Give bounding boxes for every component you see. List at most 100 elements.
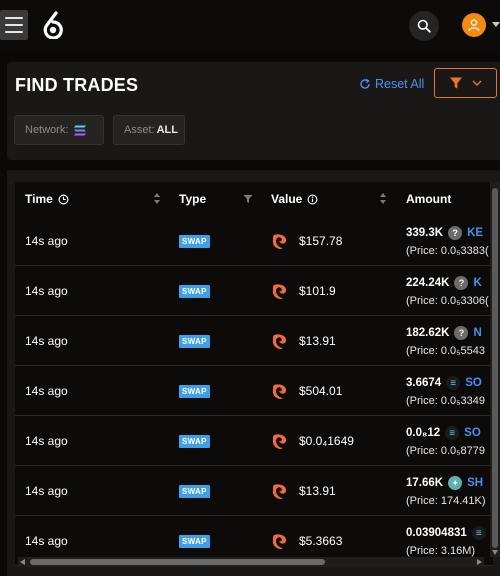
horizontal-scrollbar[interactable] [18, 557, 484, 567]
token-link[interactable]: K [473, 277, 481, 289]
network-filter[interactable]: Network: [14, 115, 104, 145]
funnel-icon [450, 77, 462, 89]
trade-value: $0.0₄1649 [299, 434, 354, 448]
asset-filter-label: Asset: [124, 124, 155, 136]
trade-time: 14s ago [25, 334, 68, 348]
table-row[interactable]: 14s ago SWAP $13.91 17.66K ✦ SH (Price: 174.41… [15, 466, 493, 516]
column-header-type-label: Type [179, 192, 207, 206]
column-header-amount[interactable]: Amount [406, 182, 451, 216]
dex-logo-icon [271, 532, 289, 550]
trade-type-badge: SWAP [179, 235, 210, 248]
token-link[interactable]: SH [467, 477, 483, 489]
vertical-scrollbar[interactable] [490, 182, 500, 557]
trade-price: (Price: 174.41K) [406, 495, 486, 507]
table-row[interactable]: 14s ago SWAP $0.0₄1649 0.0₈12 ≡ SO (Price: 0.0… [15, 416, 493, 466]
reset-all-button[interactable]: Reset All [359, 77, 424, 91]
column-header-value[interactable]: Value [271, 182, 318, 216]
column-header-type[interactable]: Type [179, 182, 206, 216]
trades-list: 14s ago SWAP $157.78 339.3K? KE (Price: 0.0₅3… [15, 216, 493, 566]
trade-amount: 17.66K ✦ SH [406, 476, 483, 490]
amount-value: 339.3K [406, 227, 444, 239]
funnel-icon[interactable] [243, 194, 253, 204]
token-logo-icon: ✦ [448, 476, 463, 490]
column-header-value-label: Value [271, 192, 303, 206]
refresh-icon [360, 78, 370, 89]
trade-price: (Price: 0.0₅3383( [406, 245, 489, 257]
trade-value: $13.91 [299, 484, 336, 498]
reset-all-label: Reset All [375, 77, 425, 91]
amount-value: 0.0₈12 [406, 427, 441, 439]
filter-panel: FIND TRADES Reset All Network: Asset: AL… [7, 62, 500, 160]
trade-value: $101.9 [299, 284, 336, 298]
trade-type-badge: SWAP [179, 485, 210, 498]
brand-logo-icon[interactable] [40, 11, 66, 39]
amount-value: 3.6674 [406, 377, 442, 389]
asset-filter-value: ALL [156, 124, 178, 136]
search-button[interactable] [409, 11, 439, 41]
solana-token-icon: ≡ [471, 526, 486, 540]
page-title: FIND TRADES [15, 75, 139, 95]
trade-amount: 3.6674 ≡ SO [406, 376, 482, 390]
trade-type-badge: SWAP [179, 535, 210, 548]
dex-logo-icon [271, 282, 289, 300]
trade-value: $5.3663 [299, 534, 343, 548]
chevron-down-icon [472, 80, 482, 86]
scroll-down-arrow-icon[interactable] [492, 550, 498, 555]
solana-token-icon: ≡ [445, 426, 460, 440]
user-avatar-icon [462, 13, 486, 37]
asset-filter[interactable]: Asset: ALL [113, 115, 185, 145]
trade-time: 14s ago [25, 234, 68, 248]
trade-price: (Price: 0.0₅5543 [406, 345, 486, 357]
chevron-down-icon [492, 22, 500, 27]
filter-toggle-button[interactable] [434, 68, 497, 98]
table-row[interactable]: 14s ago SWAP $101.9 224.24K? K (Price: 0.0₅33… [15, 266, 493, 316]
hamburger-menu-icon[interactable] [0, 10, 28, 40]
trade-time: 14s ago [25, 384, 68, 398]
token-link[interactable]: KE [467, 227, 483, 239]
search-icon [417, 19, 431, 33]
amount-value: 224.24K [406, 277, 450, 289]
trades-table-panel: Time Type Value Amount 14s ago SWAP $157.7… [7, 170, 500, 576]
trade-value: $504.01 [299, 384, 343, 398]
trade-price: (Price: 0.0₅3349 [406, 395, 486, 407]
trade-amount: 224.24K? K [406, 276, 482, 290]
trade-amount: 339.3K? KE [406, 226, 483, 240]
unknown-token-icon: ? [454, 276, 469, 290]
network-filter-label: Network: [25, 124, 69, 136]
user-menu[interactable] [462, 13, 500, 39]
trade-time: 14s ago [25, 484, 68, 498]
trade-time: 14s ago [25, 284, 68, 298]
amount-value: 17.66K [406, 477, 444, 489]
trade-time: 14s ago [25, 534, 68, 548]
sort-value-icon[interactable] [380, 193, 386, 205]
table-row[interactable]: 14s ago SWAP $504.01 3.6674 ≡ SO (Price: 0.0₅3… [15, 366, 493, 416]
table-row[interactable]: 14s ago SWAP $157.78 339.3K? KE (Price: 0.0₅3… [15, 216, 493, 266]
table-row[interactable]: 14s ago SWAP $13.91 182.62K? N (Price: 0.0₅55… [15, 316, 493, 366]
token-link[interactable]: SO [465, 377, 482, 389]
trade-price: (Price: 3.16M) [406, 545, 476, 557]
trade-type-badge: SWAP [179, 435, 210, 448]
dex-logo-icon [271, 382, 289, 400]
scroll-right-arrow-icon[interactable] [477, 559, 482, 565]
horizontal-scrollbar-thumb[interactable] [30, 559, 325, 565]
table-header: Time Type Value Amount [15, 182, 493, 216]
amount-value: 0.03904831 [406, 527, 467, 539]
vertical-scrollbar-thumb[interactable] [492, 188, 498, 548]
column-header-time[interactable]: Time [25, 182, 69, 216]
trade-time: 14s ago [25, 434, 68, 448]
trade-type-badge: SWAP [179, 285, 210, 298]
token-link[interactable]: N [473, 327, 481, 339]
trade-amount: 182.62K? N [406, 326, 482, 340]
dex-logo-icon [271, 232, 289, 250]
unknown-token-icon: ? [448, 226, 463, 240]
trade-amount: 0.0₈12 ≡ SO [406, 426, 481, 440]
solana-token-icon: ≡ [446, 376, 461, 390]
trade-value: $157.78 [299, 234, 343, 248]
trade-value: $13.91 [299, 334, 336, 348]
amount-value: 182.62K [406, 327, 450, 339]
scroll-left-arrow-icon[interactable] [20, 559, 25, 565]
token-link[interactable]: SO [464, 427, 481, 439]
sort-time-icon[interactable] [154, 193, 160, 205]
solana-icon [74, 125, 87, 135]
top-bar [0, 0, 500, 52]
